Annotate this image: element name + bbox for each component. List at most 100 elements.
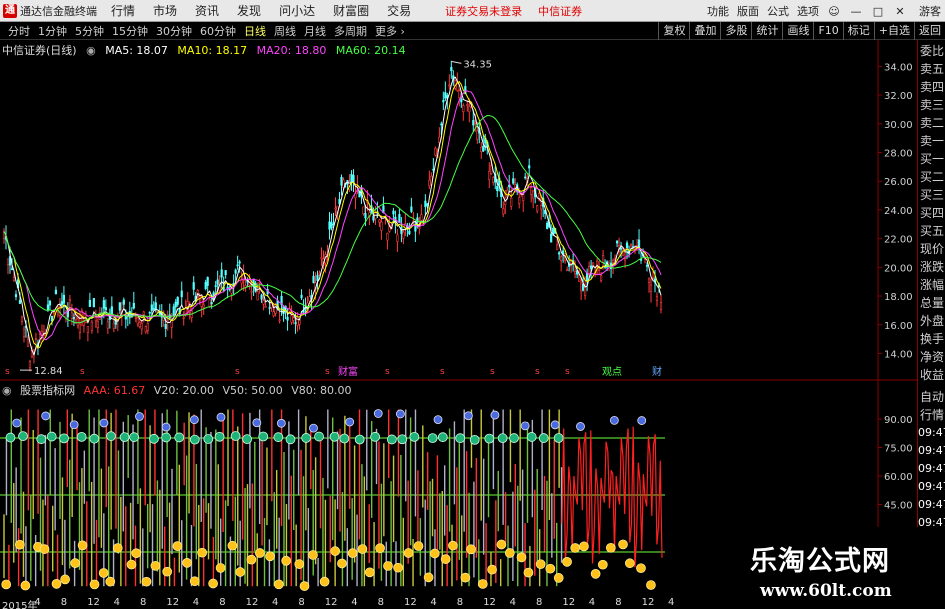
- chart-canvas[interactable]: 34.35 12.84 s s s s s s s s s 财富 观点 财 34.00 32.00 30.00…: [0, 0, 917, 597]
- blue-signal-icon: [637, 416, 647, 425]
- green-signal-icon: [437, 432, 448, 443]
- yellow-signal-icon: [590, 568, 601, 579]
- date-tick-12: 12: [324, 597, 338, 608]
- candle-body: [623, 258, 627, 261]
- blue-signal-icon: [490, 410, 500, 420]
- green-signal-icon: [76, 431, 87, 442]
- green-signal-icon: [397, 434, 408, 445]
- side-item-6[interactable]: 买一: [918, 150, 945, 168]
- yellow-signal-icon: [487, 564, 497, 575]
- price-tick-label: 34.00: [884, 62, 913, 73]
- price-tick-label: 30.00: [884, 120, 913, 131]
- ma60-value: MA60: 20.14: [335, 44, 406, 57]
- candle-body: [102, 300, 105, 309]
- yellow-signal-icon: [646, 580, 656, 590]
- blue-signal-icon: [161, 422, 171, 432]
- candle-body: [649, 284, 653, 292]
- yellow-signal-icon: [112, 543, 123, 553]
- low-label: 12.84: [34, 366, 63, 377]
- watermark-title: 乐淘公式网: [750, 546, 890, 577]
- candle-body: [148, 311, 151, 314]
- candle-body: [264, 306, 267, 308]
- side-item-8[interactable]: 买三: [918, 186, 945, 204]
- yellow-signal-icon: [294, 559, 305, 569]
- green-signal-icon: [174, 432, 185, 443]
- side-item-2[interactable]: 卖四: [918, 78, 945, 96]
- date-tick-24: 12: [641, 597, 655, 608]
- user-label[interactable]: 游客: [919, 3, 941, 19]
- side-item-0[interactable]: 委比: [918, 42, 945, 60]
- indicator-name[interactable]: 股票指标网: [20, 384, 75, 397]
- yellow-signal-icon: [466, 544, 476, 555]
- candle-body: [208, 298, 211, 307]
- yellow-signal-icon: [182, 558, 192, 568]
- side-item-19[interactable]: 自动: [918, 388, 945, 406]
- tool-fanhui[interactable]: 返回: [914, 22, 945, 40]
- stock-title[interactable]: 中信证券(日线): [2, 44, 77, 57]
- price-tick-label: 24.00: [884, 206, 913, 217]
- candle-body: [62, 294, 66, 304]
- side-item-4[interactable]: 卖二: [918, 114, 945, 132]
- yellow-signal-icon: [364, 567, 375, 578]
- candle-body: [296, 316, 299, 326]
- event-label: 观点: [602, 366, 622, 378]
- green-signal-icon: [89, 433, 100, 444]
- candle-body: [558, 252, 561, 255]
- candle-body: [574, 271, 577, 275]
- side-item-3[interactable]: 卖三: [918, 96, 945, 114]
- candle-body: [298, 319, 301, 325]
- candle-body: [26, 338, 30, 347]
- candle-body: [502, 208, 505, 215]
- side-item-12[interactable]: 涨跌: [918, 258, 945, 276]
- candle-body: [214, 285, 217, 287]
- candle-body: [448, 84, 451, 87]
- yellow-signal-icon: [496, 539, 507, 550]
- side-item-10[interactable]: 买五: [918, 222, 945, 240]
- side-item-20[interactable]: 行情: [918, 406, 945, 424]
- candle-body: [352, 175, 355, 183]
- yellow-signal-icon: [255, 548, 265, 558]
- date-tick-16: 4: [430, 597, 437, 608]
- settings-circle-icon[interactable]: ◉: [86, 44, 96, 57]
- event-marker: s: [325, 367, 330, 377]
- yellow-signal-icon: [413, 541, 424, 551]
- yellow-signal-icon: [20, 580, 31, 591]
- yellow-signal-icon: [281, 555, 292, 566]
- side-item-11[interactable]: 现价: [918, 240, 945, 258]
- side-item-7[interactable]: 买二: [918, 168, 945, 186]
- yellow-signal-icon: [197, 547, 208, 558]
- candle-body: [460, 98, 463, 103]
- yellow-signal-icon: [189, 576, 200, 587]
- candle-body: [402, 231, 405, 239]
- candle-body: [659, 302, 663, 310]
- side-item-1[interactable]: 卖五: [918, 60, 945, 78]
- side-item-18[interactable]: 收益: [918, 366, 945, 384]
- time-item-2: 09:47: [918, 462, 945, 475]
- candle-body: [312, 275, 315, 284]
- side-item-17[interactable]: 净资: [918, 348, 945, 366]
- side-item-16[interactable]: 换手: [918, 330, 945, 348]
- yellow-signal-icon: [14, 539, 25, 550]
- side-item-5[interactable]: 卖一: [918, 132, 945, 150]
- candle-body: [238, 261, 241, 264]
- watermark: 乐淘公式网 www.60lt.com: [712, 527, 945, 609]
- candle-body: [420, 214, 423, 222]
- side-item-9[interactable]: 买四: [918, 204, 945, 222]
- candle-body: [599, 275, 603, 281]
- ind-tick-label: 60.00: [884, 472, 913, 483]
- price-tick-label: 14.00: [884, 349, 913, 360]
- candle-body: [334, 207, 337, 210]
- side-item-14[interactable]: 总量: [918, 294, 945, 312]
- candle-body: [106, 321, 109, 329]
- settings-circle-icon[interactable]: ◉: [2, 384, 12, 397]
- date-tick-6: 12: [166, 597, 180, 608]
- side-item-13[interactable]: 涨幅: [918, 276, 945, 294]
- candle-body: [350, 174, 353, 183]
- yellow-signal-icon: [319, 576, 330, 587]
- candle-body: [92, 298, 95, 308]
- blue-signal-icon: [576, 422, 585, 431]
- yellow-signal-icon: [440, 554, 451, 564]
- green-signal-icon: [273, 432, 284, 443]
- side-item-15[interactable]: 外盘: [918, 312, 945, 330]
- candle-body: [580, 282, 583, 292]
